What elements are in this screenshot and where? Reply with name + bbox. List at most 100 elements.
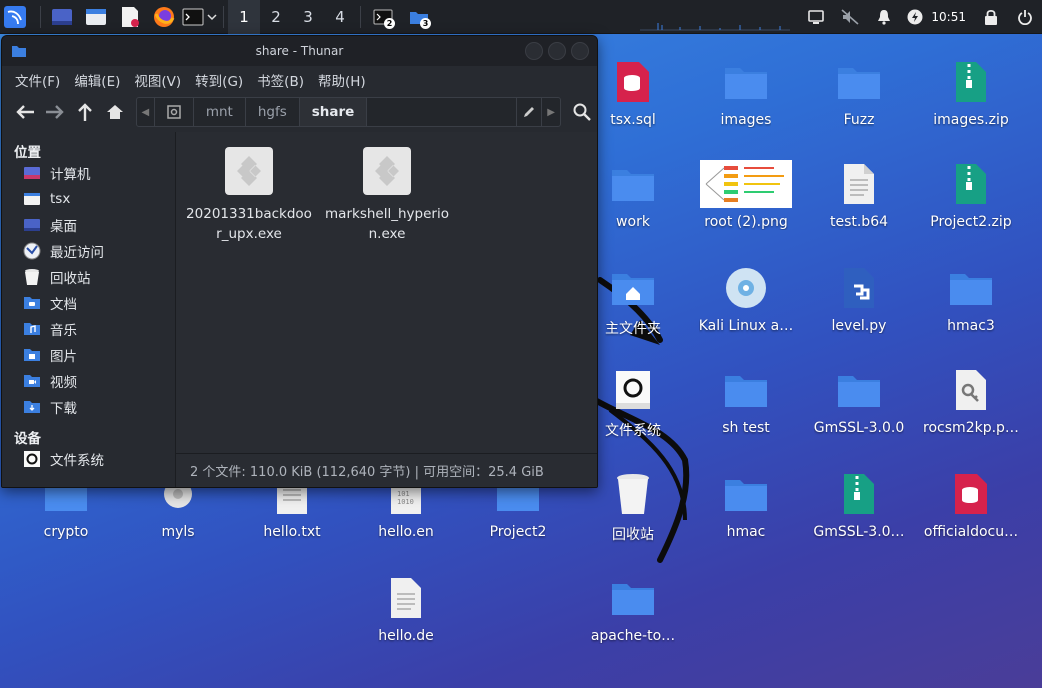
search-button[interactable]	[567, 97, 597, 127]
window-count-badge: 2	[384, 17, 395, 29]
sidebar-item-music[interactable]: 音乐	[2, 316, 175, 342]
desktop-icon-gmssl-folder[interactable]: GmSSL-3.0.0	[803, 366, 915, 436]
desktop-icon-kali-linux-disc[interactable]: Kali Linux a…	[690, 264, 802, 334]
path-segment-mnt[interactable]: mnt	[194, 98, 246, 126]
workspace-2[interactable]: 2	[260, 0, 292, 34]
taskbar-files-group[interactable]: 3	[401, 0, 437, 34]
path-segment-hgfs[interactable]: hgfs	[246, 98, 300, 126]
sidebar-item-label: 文件系统	[50, 453, 104, 469]
workspace-3[interactable]: 3	[292, 0, 324, 34]
window-count-badge: 3	[420, 17, 431, 29]
desktop-icon-test-b64[interactable]: test.b64	[803, 160, 915, 230]
menu-bar: 文件(F) 编辑(E) 视图(V) 转到(G) 书签(B) 帮助(H)	[2, 66, 597, 94]
show-desktop-button[interactable]	[45, 0, 79, 34]
file-name: markshell_hyperion.exe	[325, 206, 449, 242]
text-file-icon	[391, 578, 421, 618]
home-button[interactable]	[100, 97, 130, 127]
text-editor-icon	[122, 6, 139, 27]
desktop-icon-images-zip[interactable]: images.zip	[915, 58, 1027, 128]
toolbar: ◀ mnt hgfs share ▶	[2, 94, 597, 130]
folder-icon	[612, 170, 654, 201]
terminal-launcher[interactable]	[181, 0, 205, 34]
cpu-graph-plugin	[640, 23, 790, 31]
drive-icon	[167, 105, 181, 119]
path-root-button[interactable]	[155, 98, 194, 126]
desktop-icon-officialdocu[interactable]: officialdocu…	[915, 470, 1027, 540]
executable-file-icon	[225, 147, 273, 195]
logout-button[interactable]	[1008, 0, 1042, 34]
volume-button[interactable]	[833, 0, 867, 34]
path-segment-share[interactable]: share	[299, 98, 368, 126]
menu-go[interactable]: 转到(G)	[188, 70, 250, 90]
python-file-icon	[844, 268, 874, 308]
sidebar-item-computer[interactable]: 计算机	[2, 160, 175, 186]
desktop-icon-project2-zip[interactable]: Project2.zip	[915, 160, 1027, 230]
maximize-button[interactable]	[548, 42, 566, 60]
minimize-button[interactable]	[525, 42, 543, 60]
notifications-button[interactable]	[867, 0, 901, 34]
sidebar-header-devices: 设备	[14, 431, 41, 447]
folder-icon	[86, 8, 106, 25]
power-plug-icon	[907, 9, 923, 25]
kali-menu-button[interactable]	[0, 0, 30, 34]
path-scroll-right[interactable]: ▶	[542, 98, 560, 126]
path-scroll-left[interactable]: ◀	[137, 98, 155, 126]
workspace-1[interactable]: 1	[228, 0, 260, 34]
workspace-4[interactable]: 4	[324, 0, 356, 34]
menu-edit[interactable]: 编辑(E)	[67, 70, 127, 90]
sidebar-item-downloads[interactable]: 下载	[2, 394, 175, 420]
menu-file[interactable]: 文件(F)	[8, 70, 67, 90]
folder-icon	[725, 68, 767, 99]
desktop-icon-gmssl-archive[interactable]: GmSSL-3.0…	[803, 470, 915, 540]
optical-disc-icon	[726, 268, 766, 308]
desktop-icon-level-py[interactable]: level.py	[803, 264, 915, 334]
sidebar-item-desktop[interactable]: 桌面	[2, 212, 175, 238]
menu-bookmarks[interactable]: 书签(B)	[250, 70, 311, 90]
display-settings-button[interactable]	[799, 0, 833, 34]
text-editor-launcher[interactable]	[113, 0, 147, 34]
window-titlebar[interactable]: share - Thunar	[2, 36, 597, 66]
file-item[interactable]: 20201331backdoor_upx.exe	[184, 146, 314, 244]
top-panel: 1 2 3 4 2 3 10:51	[0, 0, 1042, 34]
zip-archive-icon	[844, 474, 874, 514]
close-button[interactable]	[571, 42, 589, 60]
file-name: 20201331backdoor_upx.exe	[186, 206, 312, 242]
taskbar-terminal-group[interactable]: 2	[365, 0, 401, 34]
parent-folder-button[interactable]	[70, 97, 100, 127]
file-manager-launcher[interactable]	[79, 0, 113, 34]
sidebar-item-documents[interactable]: 文档	[2, 290, 175, 316]
desktop-icon-hmac[interactable]: hmac	[690, 470, 802, 540]
power-manager-button[interactable]	[901, 0, 929, 34]
terminal-dropdown[interactable]	[205, 0, 219, 34]
back-button[interactable]	[10, 97, 40, 127]
desktop-icon-images[interactable]: images	[690, 58, 802, 128]
firefox-icon	[154, 6, 175, 27]
lock-screen-button[interactable]	[974, 0, 1008, 34]
file-item[interactable]: markshell_hyperion.exe	[322, 146, 452, 244]
sidebar-item-recent[interactable]: 最近访问	[2, 238, 175, 264]
sidebar-item-pictures[interactable]: 图片	[2, 342, 175, 368]
desktop-icon-rocsm2kp[interactable]: rocsm2kp.p…	[915, 366, 1027, 436]
desktop-icon-apache-tomcat[interactable]: apache-to…	[577, 574, 689, 644]
edit-location-button[interactable]	[516, 98, 543, 126]
forward-button[interactable]	[40, 97, 70, 127]
desktop-icon-sh-test[interactable]: sh test	[690, 366, 802, 436]
menu-view[interactable]: 视图(V)	[127, 70, 188, 90]
arrow-left-icon	[16, 105, 34, 119]
desktop-icon-fuzz[interactable]: Fuzz	[803, 58, 915, 128]
sidebar-item-trash[interactable]: 回收站	[2, 264, 175, 290]
panel-separator	[223, 5, 224, 28]
desktop-icon-root-png[interactable]: root (2).png	[690, 160, 802, 230]
firefox-launcher[interactable]	[147, 0, 181, 34]
chevron-down-icon	[207, 13, 217, 20]
sidebar-item-tsx[interactable]: tsx	[2, 186, 175, 212]
desktop-icon-hmac3[interactable]: hmac3	[915, 264, 1027, 334]
search-icon	[573, 103, 591, 121]
key-file-icon	[956, 370, 986, 410]
clock[interactable]: 10:51	[929, 10, 974, 24]
menu-help[interactable]: 帮助(H)	[311, 70, 373, 90]
sidebar-item-filesystem[interactable]: 文件系统	[2, 446, 175, 472]
trash-icon	[25, 269, 39, 285]
sidebar-item-videos[interactable]: 视频	[2, 368, 175, 394]
desktop-icon-hello-de[interactable]: hello.de	[350, 574, 462, 644]
